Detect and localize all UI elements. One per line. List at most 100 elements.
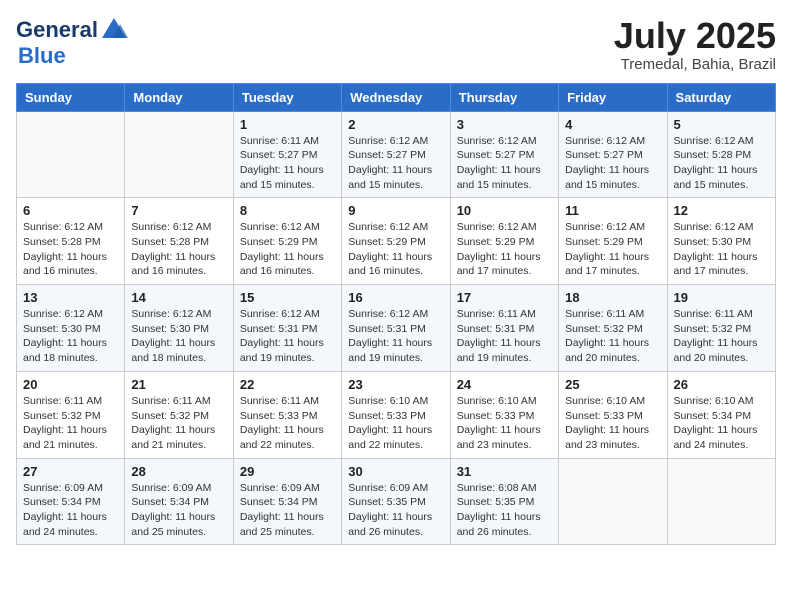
day-detail: Sunrise: 6:12 AM Sunset: 5:29 PM Dayligh… bbox=[565, 220, 660, 279]
day-cell: 29 Sunrise: 6:09 AM Sunset: 5:34 PM Dayli… bbox=[233, 458, 341, 545]
day-cell: 28 Sunrise: 6:09 AM Sunset: 5:34 PM Dayli… bbox=[125, 458, 233, 545]
day-detail: Sunrise: 6:09 AM Sunset: 5:34 PM Dayligh… bbox=[23, 481, 118, 540]
day-detail: Sunrise: 6:11 AM Sunset: 5:33 PM Dayligh… bbox=[240, 394, 335, 453]
weekday-saturday: Saturday bbox=[667, 83, 775, 111]
day-cell: 31Sunrise: 6:08 AM Sunset: 5:35 PM Dayli… bbox=[450, 458, 558, 545]
day-cell: 27 Sunrise: 6:09 AM Sunset: 5:34 PM Dayli… bbox=[17, 458, 125, 545]
week-row-4: 20 Sunrise: 6:11 AM Sunset: 5:32 PM Dayli… bbox=[17, 371, 776, 458]
day-cell: 23 Sunrise: 6:10 AM Sunset: 5:33 PM Dayli… bbox=[342, 371, 450, 458]
day-detail: Sunrise: 6:11 AM Sunset: 5:32 PM Dayligh… bbox=[565, 307, 660, 366]
logo: General Blue bbox=[16, 16, 128, 68]
day-number: 25 bbox=[565, 377, 660, 392]
day-cell: 9 Sunrise: 6:12 AM Sunset: 5:29 PM Daylig… bbox=[342, 198, 450, 285]
logo-icon bbox=[100, 16, 128, 44]
week-row-1: 1Sunrise: 6:11 AM Sunset: 5:27 PM Daylig… bbox=[17, 111, 776, 198]
day-number: 24 bbox=[457, 377, 552, 392]
day-number: 29 bbox=[240, 464, 335, 479]
day-cell: 24 Sunrise: 6:10 AM Sunset: 5:33 PM Dayli… bbox=[450, 371, 558, 458]
day-cell bbox=[17, 111, 125, 198]
day-number: 14 bbox=[131, 290, 226, 305]
day-detail: Sunrise: 6:12 AM Sunset: 5:27 PM Dayligh… bbox=[348, 134, 443, 193]
day-detail: Sunrise: 6:10 AM Sunset: 5:33 PM Dayligh… bbox=[457, 394, 552, 453]
day-detail: Sunrise: 6:12 AM Sunset: 5:30 PM Dayligh… bbox=[674, 220, 769, 279]
day-cell: 5 Sunrise: 6:12 AM Sunset: 5:28 PM Daylig… bbox=[667, 111, 775, 198]
day-cell: 7Sunrise: 6:12 AM Sunset: 5:28 PM Daylig… bbox=[125, 198, 233, 285]
day-detail: Sunrise: 6:10 AM Sunset: 5:33 PM Dayligh… bbox=[565, 394, 660, 453]
day-detail: Sunrise: 6:09 AM Sunset: 5:35 PM Dayligh… bbox=[348, 481, 443, 540]
day-number: 28 bbox=[131, 464, 226, 479]
title-block: July 2025 Tremedal, Bahia, Brazil bbox=[614, 16, 776, 73]
day-number: 3 bbox=[457, 117, 552, 132]
calendar-table: SundayMondayTuesdayWednesdayThursdayFrid… bbox=[16, 83, 776, 546]
day-cell: 8 Sunrise: 6:12 AM Sunset: 5:29 PM Daylig… bbox=[233, 198, 341, 285]
day-cell: 18Sunrise: 6:11 AM Sunset: 5:32 PM Dayli… bbox=[559, 285, 667, 372]
day-detail: Sunrise: 6:10 AM Sunset: 5:34 PM Dayligh… bbox=[674, 394, 769, 453]
weekday-tuesday: Tuesday bbox=[233, 83, 341, 111]
day-detail: Sunrise: 6:09 AM Sunset: 5:34 PM Dayligh… bbox=[131, 481, 226, 540]
day-cell: 15 Sunrise: 6:12 AM Sunset: 5:31 PM Dayli… bbox=[233, 285, 341, 372]
day-number: 11 bbox=[565, 203, 660, 218]
day-number: 10 bbox=[457, 203, 552, 218]
day-cell bbox=[559, 458, 667, 545]
day-number: 22 bbox=[240, 377, 335, 392]
day-detail: Sunrise: 6:11 AM Sunset: 5:31 PM Dayligh… bbox=[457, 307, 552, 366]
day-detail: Sunrise: 6:12 AM Sunset: 5:29 PM Dayligh… bbox=[348, 220, 443, 279]
day-cell: 17 Sunrise: 6:11 AM Sunset: 5:31 PM Dayli… bbox=[450, 285, 558, 372]
day-number: 9 bbox=[348, 203, 443, 218]
day-detail: Sunrise: 6:12 AM Sunset: 5:31 PM Dayligh… bbox=[348, 307, 443, 366]
day-cell: 4 Sunrise: 6:12 AM Sunset: 5:27 PM Daylig… bbox=[559, 111, 667, 198]
day-cell: 6 Sunrise: 6:12 AM Sunset: 5:28 PM Daylig… bbox=[17, 198, 125, 285]
logo-blue: Blue bbox=[18, 43, 66, 68]
day-cell bbox=[667, 458, 775, 545]
day-cell: 2 Sunrise: 6:12 AM Sunset: 5:27 PM Daylig… bbox=[342, 111, 450, 198]
day-detail: Sunrise: 6:12 AM Sunset: 5:28 PM Dayligh… bbox=[131, 220, 226, 279]
day-cell: 21 Sunrise: 6:11 AM Sunset: 5:32 PM Dayli… bbox=[125, 371, 233, 458]
day-detail: Sunrise: 6:12 AM Sunset: 5:28 PM Dayligh… bbox=[23, 220, 118, 279]
weekday-header-row: SundayMondayTuesdayWednesdayThursdayFrid… bbox=[17, 83, 776, 111]
day-cell: 10 Sunrise: 6:12 AM Sunset: 5:29 PM Dayli… bbox=[450, 198, 558, 285]
weekday-thursday: Thursday bbox=[450, 83, 558, 111]
weekday-friday: Friday bbox=[559, 83, 667, 111]
day-cell: 22 Sunrise: 6:11 AM Sunset: 5:33 PM Dayli… bbox=[233, 371, 341, 458]
day-cell: 1Sunrise: 6:11 AM Sunset: 5:27 PM Daylig… bbox=[233, 111, 341, 198]
day-cell: 11 Sunrise: 6:12 AM Sunset: 5:29 PM Dayli… bbox=[559, 198, 667, 285]
day-number: 2 bbox=[348, 117, 443, 132]
day-number: 8 bbox=[240, 203, 335, 218]
day-detail: Sunrise: 6:11 AM Sunset: 5:32 PM Dayligh… bbox=[674, 307, 769, 366]
day-number: 12 bbox=[674, 203, 769, 218]
day-detail: Sunrise: 6:11 AM Sunset: 5:32 PM Dayligh… bbox=[131, 394, 226, 453]
day-number: 20 bbox=[23, 377, 118, 392]
day-detail: Sunrise: 6:12 AM Sunset: 5:31 PM Dayligh… bbox=[240, 307, 335, 366]
day-number: 31 bbox=[457, 464, 552, 479]
day-number: 23 bbox=[348, 377, 443, 392]
day-detail: Sunrise: 6:12 AM Sunset: 5:29 PM Dayligh… bbox=[457, 220, 552, 279]
location-subtitle: Tremedal, Bahia, Brazil bbox=[614, 56, 776, 73]
day-number: 17 bbox=[457, 290, 552, 305]
logo-text: General bbox=[16, 18, 98, 42]
weekday-wednesday: Wednesday bbox=[342, 83, 450, 111]
month-title: July 2025 bbox=[614, 16, 776, 56]
weekday-sunday: Sunday bbox=[17, 83, 125, 111]
day-detail: Sunrise: 6:12 AM Sunset: 5:27 PM Dayligh… bbox=[565, 134, 660, 193]
day-number: 4 bbox=[565, 117, 660, 132]
weekday-monday: Monday bbox=[125, 83, 233, 111]
day-cell: 12 Sunrise: 6:12 AM Sunset: 5:30 PM Dayli… bbox=[667, 198, 775, 285]
day-cell: 26Sunrise: 6:10 AM Sunset: 5:34 PM Dayli… bbox=[667, 371, 775, 458]
day-number: 15 bbox=[240, 290, 335, 305]
day-cell: 19 Sunrise: 6:11 AM Sunset: 5:32 PM Dayli… bbox=[667, 285, 775, 372]
day-number: 13 bbox=[23, 290, 118, 305]
day-detail: Sunrise: 6:11 AM Sunset: 5:27 PM Dayligh… bbox=[240, 134, 335, 193]
day-detail: Sunrise: 6:12 AM Sunset: 5:29 PM Dayligh… bbox=[240, 220, 335, 279]
day-number: 6 bbox=[23, 203, 118, 218]
day-detail: Sunrise: 6:12 AM Sunset: 5:28 PM Dayligh… bbox=[674, 134, 769, 193]
day-number: 21 bbox=[131, 377, 226, 392]
day-number: 19 bbox=[674, 290, 769, 305]
day-cell: 16Sunrise: 6:12 AM Sunset: 5:31 PM Dayli… bbox=[342, 285, 450, 372]
day-number: 5 bbox=[674, 117, 769, 132]
day-cell: 14Sunrise: 6:12 AM Sunset: 5:30 PM Dayli… bbox=[125, 285, 233, 372]
day-detail: Sunrise: 6:09 AM Sunset: 5:34 PM Dayligh… bbox=[240, 481, 335, 540]
day-number: 30 bbox=[348, 464, 443, 479]
day-detail: Sunrise: 6:10 AM Sunset: 5:33 PM Dayligh… bbox=[348, 394, 443, 453]
day-cell: 30 Sunrise: 6:09 AM Sunset: 5:35 PM Dayli… bbox=[342, 458, 450, 545]
day-number: 27 bbox=[23, 464, 118, 479]
